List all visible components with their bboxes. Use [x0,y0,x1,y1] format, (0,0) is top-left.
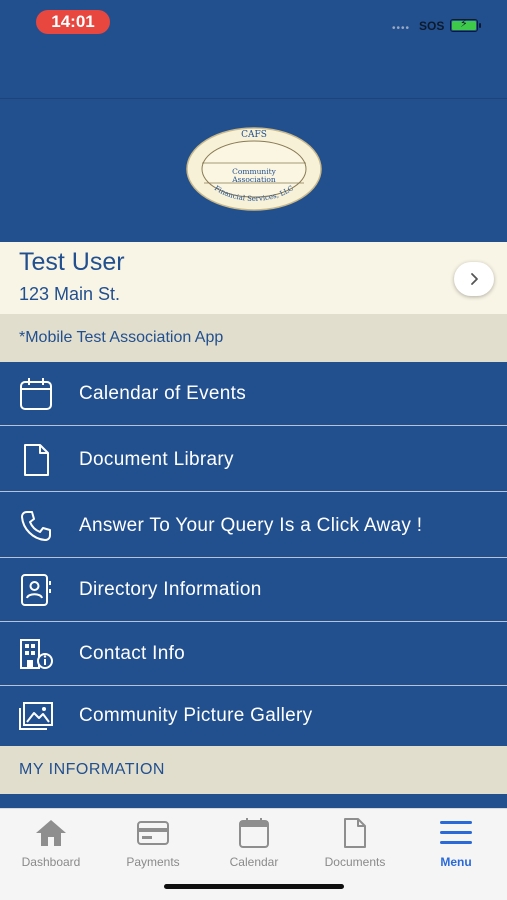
gallery-icon [17,697,55,735]
tab-calendar[interactable]: Calendar [204,817,304,869]
document-icon [305,817,405,849]
tab-label: Menu [440,855,472,869]
carrier-label: SOS [419,19,445,33]
card-icon [103,817,203,849]
user-address: 123 Main St. [19,284,121,304]
my-information-header: MY INFORMATION [0,746,507,794]
menu-item-label: Document Library [79,448,234,470]
user-name: Test User [19,248,125,276]
cafs-logo: CAFS Community Association Financial Ser… [186,127,322,211]
tab-payments[interactable]: Payments [103,817,203,869]
directory-icon [17,571,55,609]
status-bar: 14:01 •••• SOS ⚡ [0,0,507,44]
menu-item-label: Directory Information [79,578,262,600]
menu-item-label: Contact Info [79,642,186,664]
association-header: *Mobile Test Association App [0,314,507,362]
menu-item-calendar[interactable]: Calendar of Events [0,362,507,426]
menu-item-label: Calendar of Events [79,382,246,404]
profile-chevron-button[interactable] [454,262,494,296]
phone-icon [17,507,55,545]
status-time: 14:01 [36,10,110,34]
menu-icon [406,817,506,849]
logo-line2: Association [231,175,276,184]
profile-card[interactable]: Test User 123 Main St. [0,242,507,314]
logo-top-text: CAFS [241,130,267,140]
menu-item-query[interactable]: Answer To Your Query Is a Click Away ! [0,494,507,558]
document-icon [17,441,55,479]
tab-label: Calendar [229,855,279,869]
nav-divider [0,98,507,99]
chevron-right-icon [471,273,478,285]
tab-documents[interactable]: Documents [305,817,405,869]
tab-dashboard[interactable]: Dashboard [1,817,101,869]
menu-item-document-library[interactable]: Document Library [0,428,507,492]
tab-label: Documents [324,855,386,869]
battery-icon: ⚡ [450,18,481,32]
tab-label: Payments [126,855,180,869]
menu-item-label: Answer To Your Query Is a Click Away ! [79,514,423,536]
home-indicator [164,884,344,889]
tab-menu[interactable]: Menu [406,817,506,869]
building-info-icon [17,635,55,673]
calendar-icon [17,375,55,413]
calendar-icon [204,817,304,849]
menu-item-label: Community Picture Gallery [79,705,313,726]
menu-item-contact-info[interactable]: Contact Info [0,622,507,686]
signal-icon: •••• [392,23,411,34]
home-icon [1,817,101,849]
menu-item-gallery[interactable]: Community Picture Gallery [0,684,507,748]
tab-label: Dashboard [21,855,81,869]
menu-item-directory[interactable]: Directory Information [0,558,507,622]
